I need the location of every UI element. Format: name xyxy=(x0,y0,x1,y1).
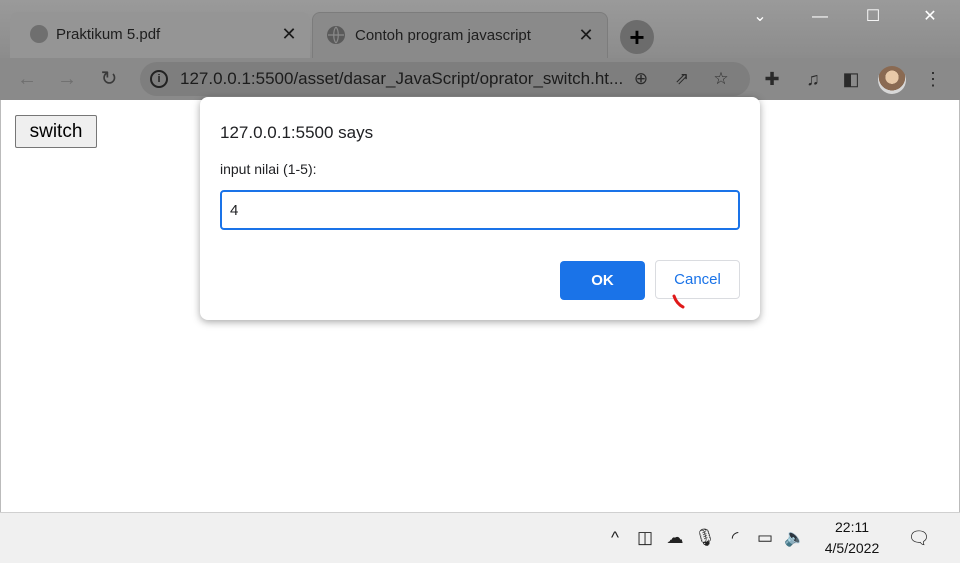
browser-window-frame: Praktikum 5.pdf ✕ Contoh program javascr… xyxy=(0,0,960,100)
battery-icon[interactable]: ▭ xyxy=(754,527,776,549)
arrow-left-icon[interactable]: ← xyxy=(14,66,40,92)
star-icon[interactable]: ☆ xyxy=(710,68,732,90)
share-icon[interactable]: ⇗ xyxy=(671,68,693,90)
cancel-button[interactable]: Cancel xyxy=(655,260,740,299)
clock-date: 4/5/2022 xyxy=(824,540,880,556)
kebab-menu-icon[interactable]: ⋮ xyxy=(920,66,946,92)
tab-title: Praktikum 5.pdf xyxy=(56,26,161,43)
clock[interactable]: 22:11 4/5/2022 xyxy=(812,517,892,559)
media-playlist-icon[interactable]: ♫ xyxy=(800,66,826,92)
close-icon[interactable]: ✕ xyxy=(278,23,300,45)
side-panel-icon[interactable]: ◧ xyxy=(838,66,864,92)
wifi-icon[interactable]: ◜ xyxy=(724,527,746,549)
url-text[interactable]: 127.0.0.1:5500/asset/dasar_JavaScript/op… xyxy=(180,69,623,89)
tab-title: Contoh program javascript xyxy=(355,27,531,44)
info-icon[interactable]: i xyxy=(150,70,168,88)
magnifier-plus-icon[interactable]: ⊕ xyxy=(630,68,652,90)
address-bar[interactable]: i 127.0.0.1:5500/asset/dasar_JavaScript/… xyxy=(140,62,750,96)
ok-button[interactable]: OK xyxy=(560,261,645,300)
window-close-icon[interactable]: ✕ xyxy=(910,4,950,30)
browser-toolbar: ← → ↻ i 127.0.0.1:5500/asset/dasar_JavaS… xyxy=(0,58,960,100)
tab-contoh-program[interactable]: Contoh program javascript ✕ xyxy=(312,12,608,58)
chevron-up-icon[interactable]: ^ xyxy=(604,527,626,549)
switch-button[interactable]: switch xyxy=(15,115,97,148)
minimize-icon[interactable]: — xyxy=(800,4,840,30)
prompt-dialog: 127.0.0.1:5500 says input nilai (1-5): O… xyxy=(200,97,760,320)
pen-mark-icon xyxy=(672,294,685,309)
new-tab-plus-icon[interactable]: + xyxy=(620,20,654,54)
dialog-message: input nilai (1-5): xyxy=(220,161,317,177)
dialog-title: 127.0.0.1:5500 says xyxy=(220,123,374,142)
arrow-right-icon[interactable]: → xyxy=(54,66,80,92)
puzzle-icon[interactable]: ✚ xyxy=(759,66,785,92)
close-icon[interactable]: ✕ xyxy=(575,24,597,46)
speaker-icon[interactable]: 🔈 xyxy=(784,527,806,549)
tab-search-chevron-icon[interactable]: ⌄ xyxy=(740,4,780,30)
pdf-favicon-icon xyxy=(30,25,48,43)
cloud-icon[interactable]: ☁ xyxy=(664,527,686,549)
prompt-input[interactable] xyxy=(220,190,740,230)
notification-icon[interactable]: 🗨 xyxy=(906,527,932,549)
clock-time: 22:11 xyxy=(835,519,869,535)
profile-avatar[interactable] xyxy=(878,66,906,94)
maximize-icon[interactable]: ☐ xyxy=(853,4,893,30)
microphone-icon[interactable]: 🎙 xyxy=(694,527,716,549)
reload-icon[interactable]: ↻ xyxy=(96,66,122,92)
globe-icon xyxy=(327,26,345,44)
taskbar: ^ ◫ ☁ 🎙 ◜ ▭ 🔈 22:11 4/5/2022 🗨 xyxy=(0,512,960,563)
meet-now-icon[interactable]: ◫ xyxy=(634,527,656,549)
tab-strip: Praktikum 5.pdf ✕ Contoh program javascr… xyxy=(0,0,960,58)
tab-praktikum-pdf[interactable]: Praktikum 5.pdf ✕ xyxy=(10,12,310,58)
